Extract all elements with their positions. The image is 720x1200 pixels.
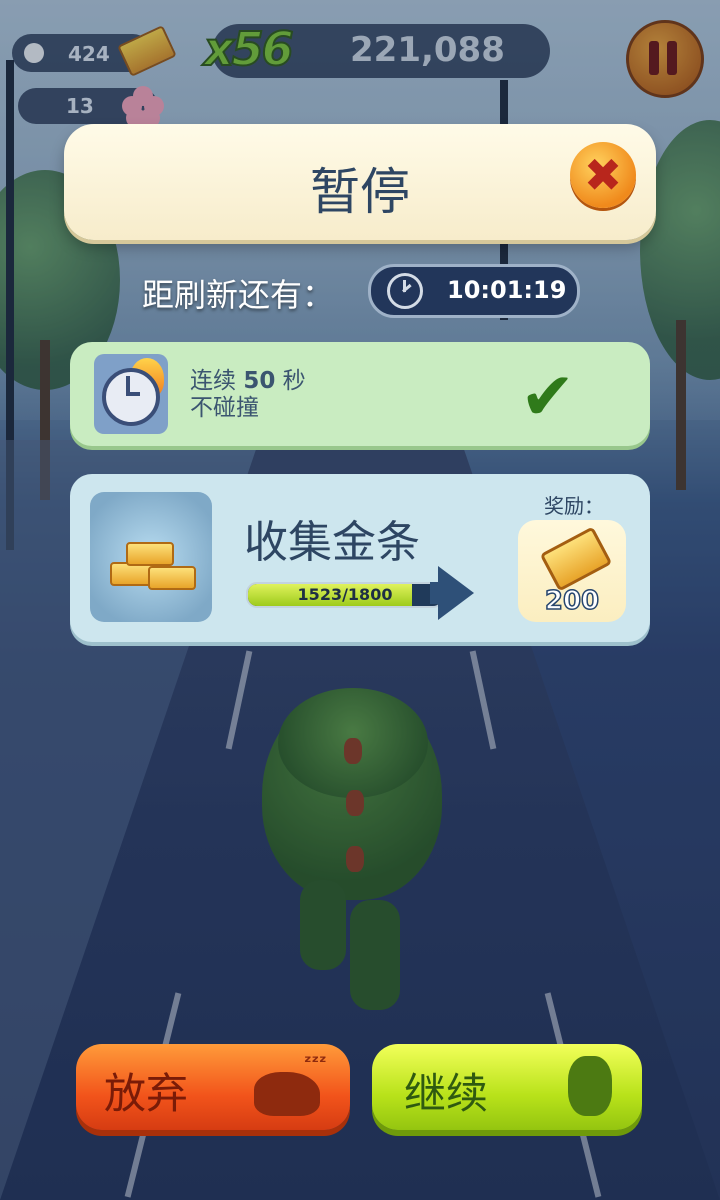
gold-bar-icon xyxy=(539,526,613,592)
task-collect-title: 收集金条 xyxy=(244,517,420,568)
sleeping-cat-icon xyxy=(254,1072,320,1116)
refresh-timer-value: 10:01:19 xyxy=(447,276,567,304)
checkmark-icon: ✔ xyxy=(520,358,576,435)
task-collect-card: 收集金条 1523/1800 奖励： 200 xyxy=(70,474,650,642)
reward-box: 200 xyxy=(518,520,626,622)
reward-label: 奖励： xyxy=(544,494,604,518)
reward-value: 200 xyxy=(544,585,600,617)
continue-label: 继续 xyxy=(404,1069,489,1118)
task-streak-line2: 不碰撞 xyxy=(190,395,259,421)
clock-icon xyxy=(387,273,423,309)
task-collect-progress-text: 1523/1800 xyxy=(297,585,393,604)
zzz-icon: ᶻᶻᶻ xyxy=(304,1052,327,1073)
gold-bars-icon xyxy=(90,492,212,622)
task-streak-description: 连续 50 秒 不碰撞 xyxy=(190,368,306,422)
give-up-label: 放弃 xyxy=(104,1069,189,1118)
pause-title: 暂停 xyxy=(310,163,410,221)
close-button[interactable]: ✖ xyxy=(570,142,636,208)
arrow-right-icon xyxy=(438,566,474,620)
continue-button[interactable]: 继续 xyxy=(372,1044,642,1130)
task-streak-suffix: 秒 xyxy=(275,368,306,394)
task-streak-prefix: 连续 xyxy=(190,368,244,394)
pause-title-bar: 暂停 xyxy=(64,124,656,240)
task-streak-number: 50 xyxy=(243,368,276,394)
refresh-label: 距刷新还有： xyxy=(142,276,335,314)
running-cat-icon xyxy=(568,1056,612,1116)
close-icon: ✖ xyxy=(583,148,623,202)
refresh-timer: 10:01:19 xyxy=(368,264,580,318)
task-collect-progress-bar: 1523/1800 xyxy=(246,582,444,608)
task-streak-card: 连续 50 秒 不碰撞 ✔ xyxy=(70,342,650,446)
flaming-clock-icon xyxy=(94,354,168,434)
give-up-button[interactable]: 放弃 ᶻᶻᶻ xyxy=(76,1044,350,1130)
